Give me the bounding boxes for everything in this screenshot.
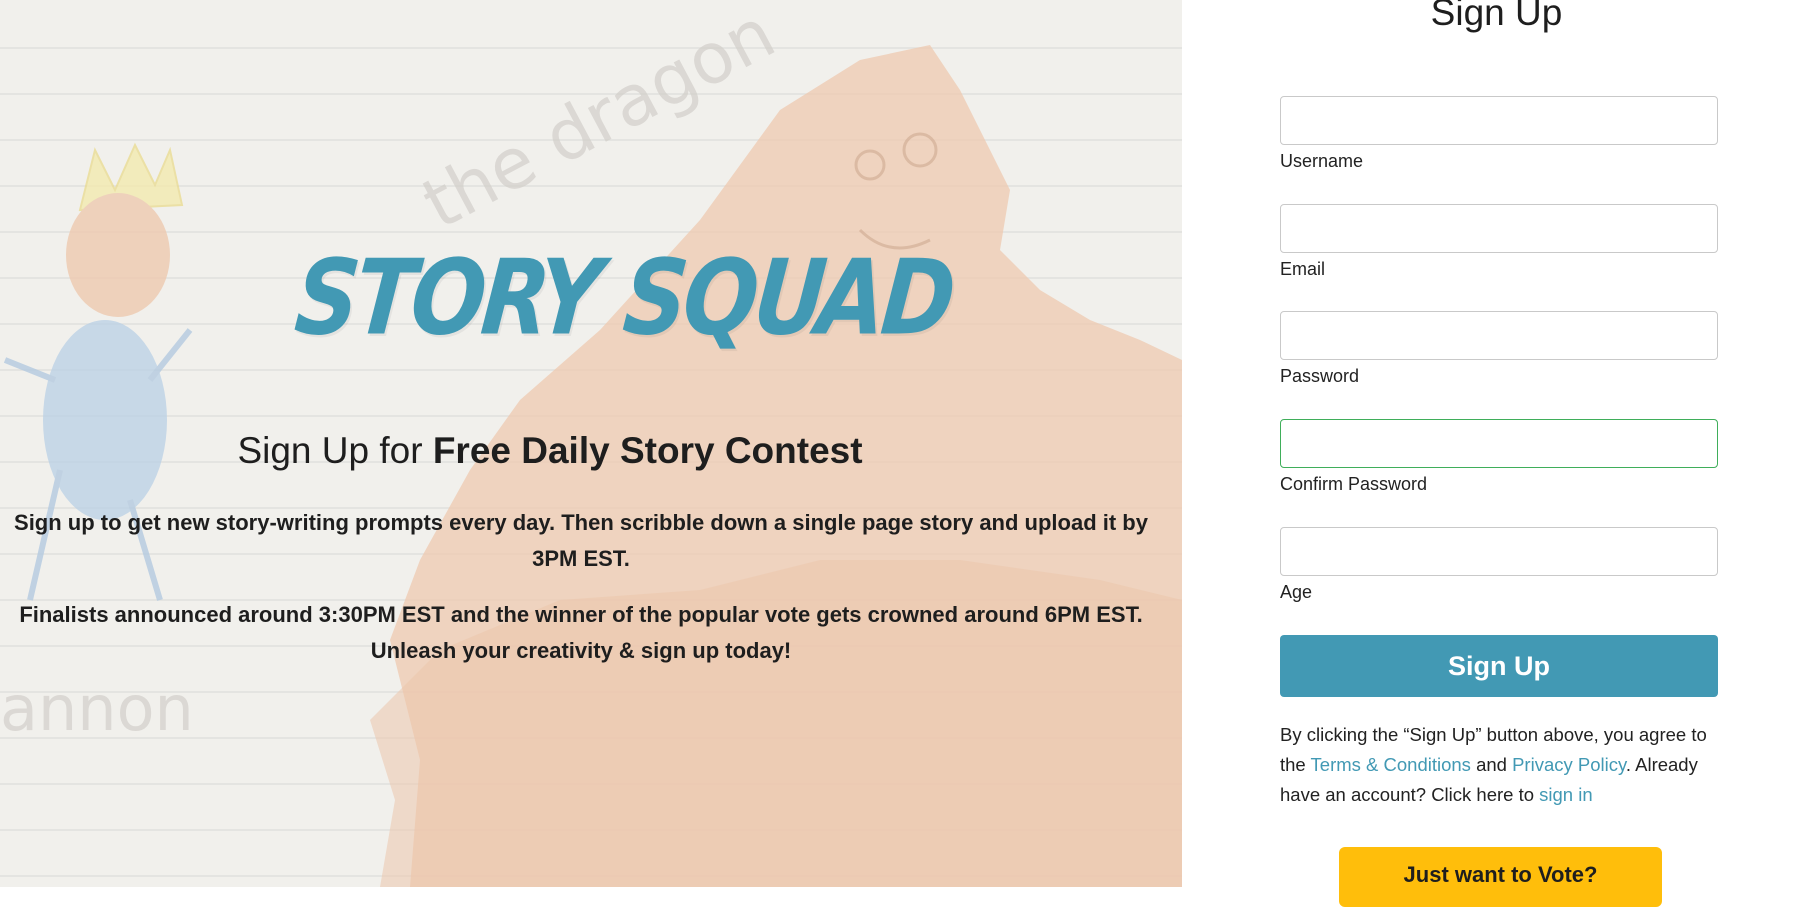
signup-panel: Sign Up Username Email Password Confirm … xyxy=(1182,0,1811,907)
confirm-password-input[interactable] xyxy=(1280,419,1718,468)
password-input[interactable] xyxy=(1280,311,1718,360)
username-label: Username xyxy=(1280,151,1364,171)
email-label: Email xyxy=(1280,259,1326,279)
terms-text-and: and xyxy=(1470,754,1513,775)
sign-in-link[interactable]: sign in xyxy=(1539,784,1592,805)
terms-conditions-link[interactable]: Terms & Conditions xyxy=(1311,754,1471,775)
intro-paragraph: Sign up to get new story-writing prompts… xyxy=(14,510,1148,571)
password-label: Password xyxy=(1280,366,1360,386)
username-field-group: Username xyxy=(1280,96,1718,172)
email-input[interactable] xyxy=(1280,204,1718,253)
page-headline: Sign Up for Free Daily Story Contest xyxy=(0,426,1100,476)
hero-section: the dragon annon STORY SQUAD Sign Up for… xyxy=(0,0,1182,887)
just-vote-button[interactable]: Just want to Vote? xyxy=(1339,847,1662,907)
age-field-group: Age xyxy=(1280,527,1718,603)
age-input[interactable] xyxy=(1280,527,1718,576)
confirm-password-label: Confirm Password xyxy=(1280,474,1428,494)
username-input[interactable] xyxy=(1280,96,1718,145)
schedule-paragraph: Finalists announced around 3:30PM EST an… xyxy=(19,602,1143,663)
password-field-group: Password xyxy=(1280,311,1718,387)
story-squad-logo: STORY SQUAD xyxy=(290,236,957,359)
sign-up-button[interactable]: Sign Up xyxy=(1280,635,1718,697)
age-label: Age xyxy=(1280,582,1313,602)
headline-prefix: Sign Up for xyxy=(237,430,433,471)
email-field-group: Email xyxy=(1280,204,1718,280)
headline-bold: Free Daily Story Contest xyxy=(432,430,863,471)
confirm-password-field-group: Confirm Password xyxy=(1280,419,1718,495)
terms-notice: By clicking the “Sign Up” button above, … xyxy=(1280,720,1725,810)
form-title: Sign Up xyxy=(1430,0,1563,33)
privacy-policy-link[interactable]: Privacy Policy xyxy=(1512,754,1626,775)
